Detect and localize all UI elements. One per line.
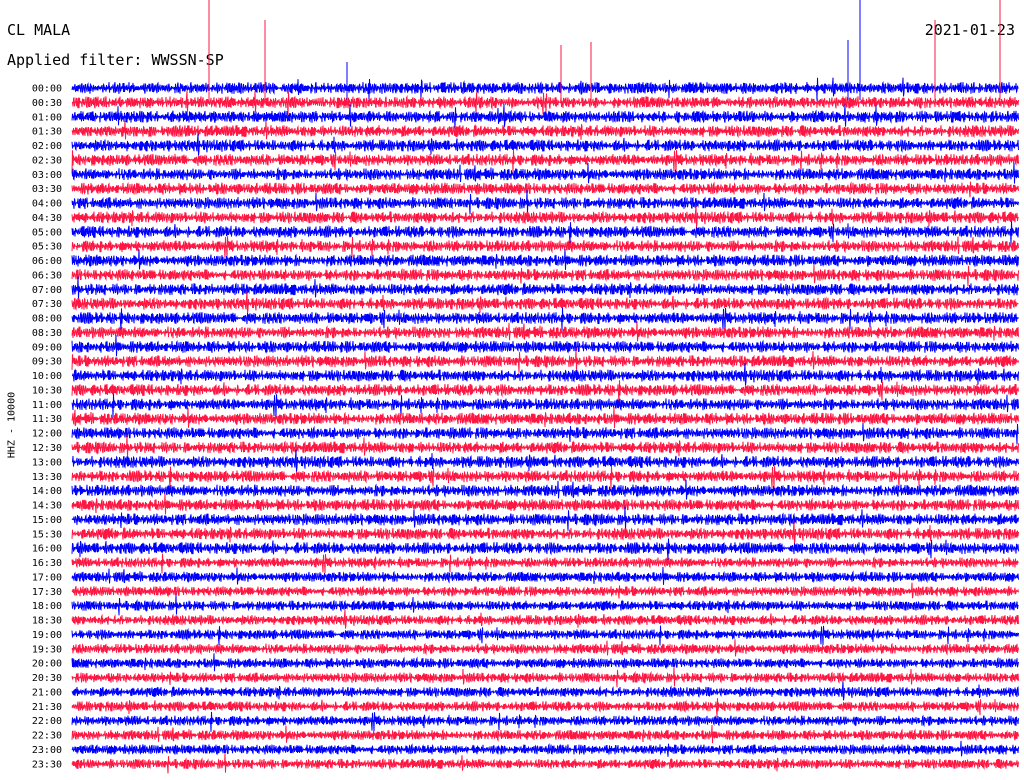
trace-row xyxy=(71,181,1019,198)
row-time-label: 15:30 xyxy=(32,529,62,540)
trace-row xyxy=(71,625,1019,646)
row-time-label: 00:00 xyxy=(32,84,62,95)
trace-row xyxy=(71,538,1019,561)
trace-row xyxy=(71,465,1019,490)
row-time-label: 17:00 xyxy=(32,572,62,583)
trace-row xyxy=(71,566,1019,585)
row-time-label: 17:30 xyxy=(32,587,62,598)
trace-row xyxy=(71,264,1019,287)
trace-row xyxy=(72,363,1019,386)
row-time-label: 03:30 xyxy=(32,184,62,195)
row-time-label: 08:00 xyxy=(32,314,62,325)
row-time-label: 01:00 xyxy=(32,112,62,123)
row-time-label: 23:00 xyxy=(32,745,62,756)
row-time-label: 18:00 xyxy=(32,601,62,612)
row-time-label: 02:30 xyxy=(32,155,62,166)
row-time-label: 22:30 xyxy=(32,731,62,742)
row-time-label: 01:30 xyxy=(32,127,62,138)
row-time-label: 13:00 xyxy=(32,457,62,468)
trace-row xyxy=(71,291,1019,314)
trace-row xyxy=(71,380,1019,403)
row-time-label: 07:30 xyxy=(32,299,62,310)
row-time-label: 11:30 xyxy=(32,414,62,425)
trace-row xyxy=(71,321,1019,342)
helicorder-chart: 00:00 00:30 01:00 01:30 02:00 02:30 03:00 03:30… xyxy=(32,0,1019,774)
trace-row xyxy=(71,434,1019,458)
row-time-label: 20:30 xyxy=(32,673,62,684)
row-time-label: 16:30 xyxy=(32,558,62,569)
trace-row xyxy=(71,406,1019,429)
trace-row xyxy=(71,653,1019,672)
row-time-label: 10:30 xyxy=(32,385,62,396)
trace-row xyxy=(71,521,1019,544)
row-time-label: 02:00 xyxy=(32,141,62,152)
row-time-label: 07:00 xyxy=(32,285,62,296)
trace-row xyxy=(71,711,1019,732)
row-time-label: 12:00 xyxy=(32,429,62,440)
row-time-label: 13:30 xyxy=(32,472,62,483)
trace-row xyxy=(71,248,1019,270)
trace-row xyxy=(71,752,1019,774)
row-time-label: 19:00 xyxy=(32,630,62,641)
trace-row xyxy=(71,307,1019,332)
trace-row xyxy=(71,104,1019,129)
row-time-label: 09:30 xyxy=(32,357,62,368)
trace-row xyxy=(71,594,1019,616)
row-time-label: 05:00 xyxy=(32,227,62,238)
row-time-label: 18:30 xyxy=(32,616,62,627)
trace-row xyxy=(71,609,1019,629)
trace-row xyxy=(71,449,1019,472)
trace-row xyxy=(71,725,1019,744)
row-time-label: 04:00 xyxy=(32,199,62,210)
row-time-label: 22:00 xyxy=(32,716,62,727)
row-time-label: 09:00 xyxy=(32,342,62,353)
row-time-label: 19:30 xyxy=(32,644,62,655)
row-time-label: 00:30 xyxy=(32,98,62,109)
row-time-label: 16:00 xyxy=(32,544,62,555)
trace-row xyxy=(71,698,1019,717)
row-time-label: 10:00 xyxy=(32,371,62,382)
row-time-label: 11:00 xyxy=(32,400,62,411)
row-time-label: 14:30 xyxy=(32,501,62,512)
trace-row xyxy=(71,221,1019,245)
trace-row xyxy=(71,493,1019,515)
trace-row xyxy=(71,553,1019,574)
row-time-label: 03:00 xyxy=(32,170,62,181)
row-time-label: 23:30 xyxy=(32,759,62,770)
trace-row xyxy=(71,236,1019,259)
row-time-label: 05:30 xyxy=(32,242,62,253)
row-time-label: 06:00 xyxy=(32,256,62,267)
trace-row xyxy=(71,479,1019,500)
row-time-label: 08:30 xyxy=(32,328,62,339)
row-time-label: 15:00 xyxy=(32,515,62,526)
trace-row xyxy=(71,740,1019,757)
row-time-label: 21:00 xyxy=(32,687,62,698)
trace-row xyxy=(71,133,1019,156)
row-time-label: 14:00 xyxy=(32,486,62,497)
trace-row xyxy=(71,162,1019,184)
trace-row xyxy=(71,582,1019,599)
trace-row xyxy=(71,681,1019,701)
row-time-label: 21:30 xyxy=(32,702,62,713)
row-time-label: 06:30 xyxy=(32,270,62,281)
trace-row xyxy=(71,335,1019,357)
row-time-label: 20:00 xyxy=(32,659,62,670)
trace-row xyxy=(71,348,1019,373)
row-time-label: 04:30 xyxy=(32,213,62,224)
row-time-label: 12:30 xyxy=(32,443,62,454)
